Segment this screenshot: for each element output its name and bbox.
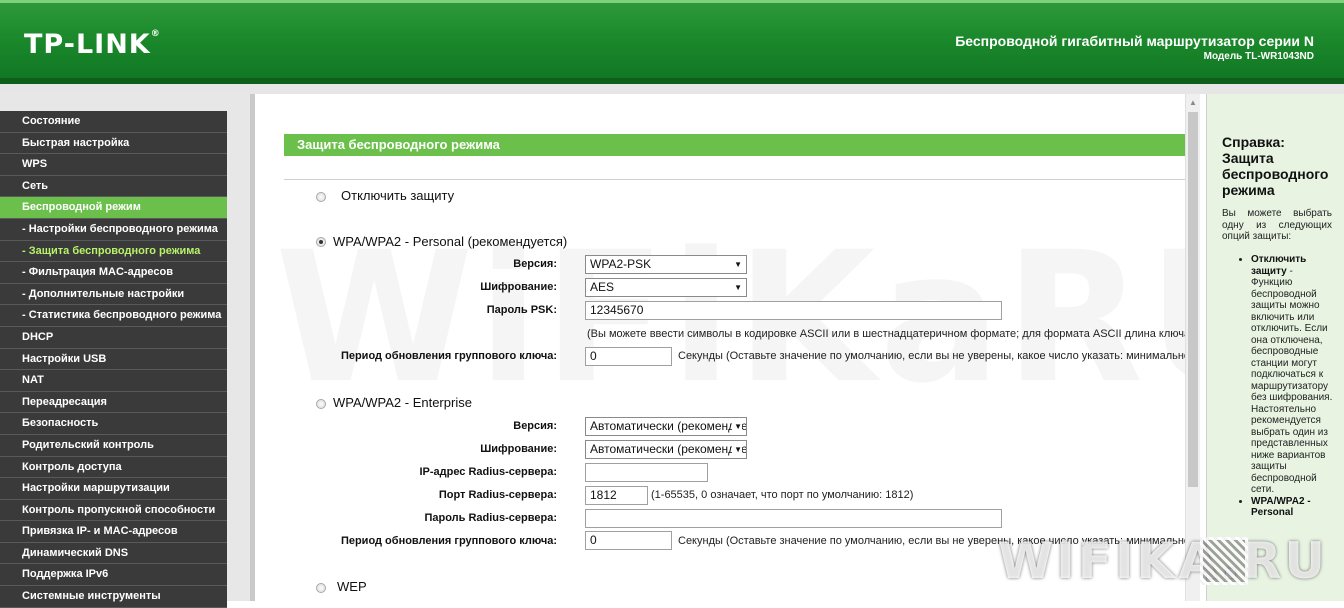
sidebar-item[interactable]: - Дополнительные настройки	[0, 283, 227, 306]
personal-version-select[interactable]: WPA2-PSK	[585, 255, 747, 274]
sidebar-item[interactable]: - Настройки беспроводного режима	[0, 218, 227, 241]
qr-code-icon	[1200, 537, 1248, 585]
sidebar-item[interactable]: Быстрая настройка	[0, 132, 227, 155]
enterprise-encryption-label: Шифрование:	[480, 443, 557, 455]
radius-password-label: Пароль Radius-сервера:	[424, 512, 557, 524]
help-panel: Справка: Защита беспроводного режима Вы …	[1206, 94, 1344, 601]
disable-security-label: Отключить защиту	[341, 188, 455, 203]
psk-label: Пароль PSK:	[486, 304, 557, 316]
scrollbar-thumb[interactable]	[1188, 112, 1198, 487]
psk-input[interactable]: 12345670	[585, 301, 1002, 320]
sidebar-item[interactable]: - Статистика беспроводного режима	[0, 305, 227, 327]
tplink-logo: TP-LINK®	[24, 29, 161, 60]
radius-ip-label: IP-адрес Radius-сервера:	[419, 466, 557, 478]
personal-version-label: Версия:	[513, 258, 557, 270]
sidebar-item[interactable]: Переадресация	[0, 391, 227, 414]
sidebar-item[interactable]: Родительский контроль	[0, 434, 227, 457]
help-title: Справка: Защита беспроводного режима	[1222, 134, 1329, 198]
main-content: WiFiKaRU Защита беспроводного режима Отк…	[255, 94, 1185, 601]
product-title: Беспроводной гигабитный маршрутизатор се…	[955, 33, 1314, 49]
enterprise-version-select[interactable]: Автоматически (рекомендуется)	[585, 417, 747, 436]
sidebar-item[interactable]: Привязка IP- и MAC-адресов	[0, 521, 227, 543]
page-title: Защита беспроводного режима	[284, 134, 1185, 156]
enterprise-encryption-select[interactable]: Автоматически (рекомендуется)	[585, 440, 747, 459]
sidebar: Состояние Быстрая настройка WPS Сеть Беспров…	[0, 94, 250, 608]
router-header: TP-LINK® Беспроводной гигабитный маршрут…	[0, 0, 1344, 84]
radius-port-label: Порт Radius-сервера:	[438, 489, 557, 501]
sidebar-item[interactable]: - Защита беспроводного режима	[0, 240, 227, 263]
main-scrollbar[interactable]: ▲	[1185, 94, 1200, 601]
radius-port-input[interactable]: 1812	[585, 486, 648, 505]
sidebar-item[interactable]: WPS	[0, 154, 227, 176]
wep-label: WEP	[337, 579, 367, 594]
sidebar-item[interactable]: Динамический DNS	[0, 542, 227, 565]
enterprise-version-label: Версия:	[513, 420, 557, 432]
sidebar-item[interactable]: Состояние	[0, 111, 227, 133]
sidebar-item[interactable]: DHCP	[0, 326, 227, 349]
radius-password-input[interactable]	[585, 509, 1002, 528]
sidebar-item[interactable]: Безопасность	[0, 413, 227, 435]
wpa-enterprise-label: WPA/WPA2 - Enterprise	[333, 395, 472, 410]
radio-wpa-enterprise[interactable]	[316, 399, 326, 409]
help-list: Отключить защиту - Функцию беспроводной …	[1241, 254, 1333, 519]
frame-gap	[0, 84, 1344, 94]
sidebar-item[interactable]: Настройки маршрутизации	[0, 478, 227, 500]
scroll-up-icon[interactable]: ▲	[1188, 98, 1198, 107]
sidebar-item[interactable]: Контроль пропускной способности	[0, 499, 227, 522]
sidebar-item[interactable]: Сеть	[0, 175, 227, 198]
help-text: - Функцию беспроводной защиты можно вклю…	[1251, 265, 1333, 496]
enterprise-group-key-input[interactable]: 0	[585, 531, 672, 550]
sidebar-item[interactable]: Беспроводной режим	[0, 197, 227, 219]
radius-port-note: (1-65535, 0 означает, что порт по умолча…	[651, 489, 914, 501]
psk-note: (Вы можете ввести символы в кодировке AS…	[587, 328, 1185, 340]
sidebar-item[interactable]: Системные инструменты	[0, 586, 227, 608]
help-list-item: WPA/WPA2 - Personal	[1251, 496, 1333, 519]
personal-encryption-label: Шифрование:	[480, 281, 557, 293]
wpa-personal-label: WPA/WPA2 - Personal (рекомендуется)	[333, 234, 568, 249]
sidebar-item[interactable]: Настройки USB	[0, 348, 227, 371]
radius-ip-input[interactable]	[585, 463, 708, 482]
sidebar-item[interactable]: - Фильтрация MAC-адресов	[0, 262, 227, 284]
radio-wpa-personal[interactable]	[316, 237, 326, 247]
personal-encryption-select[interactable]: AES	[585, 278, 747, 297]
personal-group-key-note: Секунды (Оставьте значение по умолчанию,…	[678, 350, 1185, 362]
enterprise-group-key-label: Период обновления группового ключа:	[340, 535, 557, 547]
sidebar-item[interactable]: Поддержка IPv6	[0, 564, 227, 587]
sidebar-item[interactable]: Контроль доступа	[0, 456, 227, 479]
sidebar-item[interactable]: NAT	[0, 370, 227, 392]
wifika-watermark-logo: WIFIKA.RU	[998, 532, 1328, 590]
help-term: Отключить защиту	[1251, 254, 1307, 277]
personal-group-key-input[interactable]: 0	[585, 347, 672, 366]
model-name: Модель TL-WR1043ND	[1203, 51, 1314, 62]
personal-group-key-label: Период обновления группового ключа:	[340, 350, 557, 362]
help-intro: Вы можете выбрать одну из следующих опци…	[1222, 208, 1332, 242]
help-term: WPA/WPA2 - Personal	[1251, 495, 1311, 519]
divider	[284, 179, 1185, 180]
radio-wep[interactable]	[316, 583, 326, 593]
radio-disable-security[interactable]	[316, 192, 326, 202]
sidebar-menu: Состояние Быстрая настройка WPS Сеть Беспров…	[0, 111, 227, 608]
help-list-item: Отключить защиту - Функцию беспроводной …	[1251, 254, 1333, 496]
